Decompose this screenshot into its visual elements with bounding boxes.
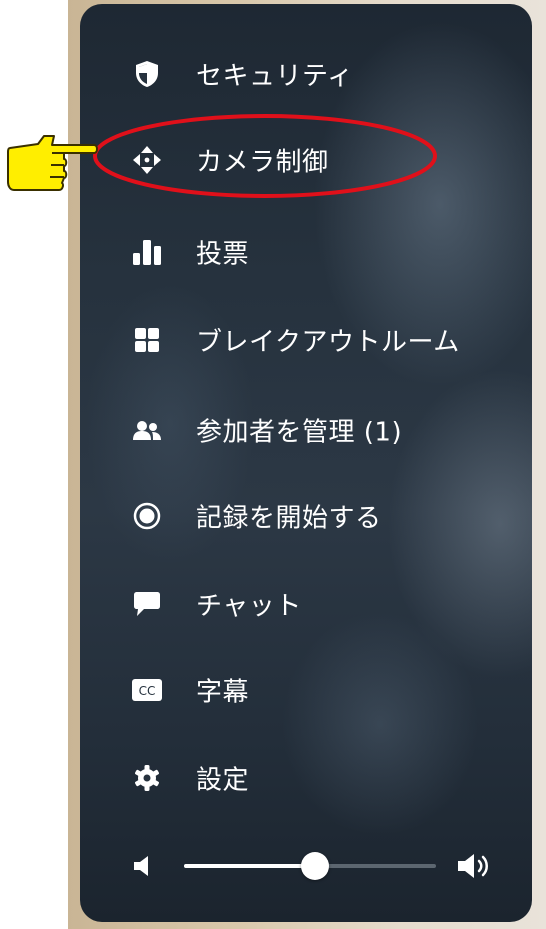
users-icon [132, 415, 162, 445]
menu-item-polls[interactable]: 投票 [80, 222, 532, 282]
menu-item-start-recording[interactable]: 記録を開始する [80, 486, 532, 546]
grid-icon [132, 325, 162, 355]
move-arrows-icon [132, 145, 162, 175]
menu-item-label: 設定 [196, 765, 250, 796]
menu-item-label: 字幕 [196, 677, 250, 708]
menu-item-subtitles[interactable]: CC 字幕 [80, 660, 532, 720]
menu-item-breakout-rooms[interactable]: ブレイクアウトルーム [80, 310, 532, 370]
shield-icon [132, 59, 162, 89]
menu-item-security[interactable]: セキュリティ [80, 44, 532, 104]
menu-item-label: 参加者を管理 (1) [196, 417, 403, 448]
volume-slider-fill [184, 864, 316, 868]
cc-icon-text: CC [139, 684, 156, 698]
volume-low-icon[interactable] [132, 854, 156, 878]
record-icon [132, 501, 162, 531]
meeting-more-menu: セキュリティ カメラ制御 投票 ブレイクアウトルーム 参加者を管理 (1) 記録… [80, 4, 532, 922]
volume-control [80, 840, 532, 892]
menu-item-label: セキュリティ [196, 61, 354, 92]
volume-high-icon[interactable] [456, 852, 492, 880]
volume-slider-track[interactable] [184, 852, 436, 880]
volume-slider-thumb[interactable] [301, 852, 330, 880]
menu-item-label: 記録を開始する [196, 503, 382, 534]
cc-icon: CC [132, 675, 162, 705]
menu-item-manage-participants[interactable]: 参加者を管理 (1) [80, 400, 532, 460]
menu-item-camera-control[interactable]: カメラ制御 [80, 130, 532, 190]
menu-item-label: カメラ制御 [196, 147, 329, 178]
menu-item-chat[interactable]: チャット [80, 574, 532, 634]
menu-item-label: ブレイクアウトルーム [196, 327, 460, 358]
menu-item-label: チャット [196, 591, 302, 622]
chat-bubble-icon [132, 589, 162, 619]
pointing-hand-icon [7, 135, 98, 191]
menu-item-label: 投票 [196, 239, 250, 270]
menu-item-settings[interactable]: 設定 [80, 748, 532, 808]
bar-chart-icon [132, 237, 162, 267]
gear-icon [132, 763, 162, 793]
